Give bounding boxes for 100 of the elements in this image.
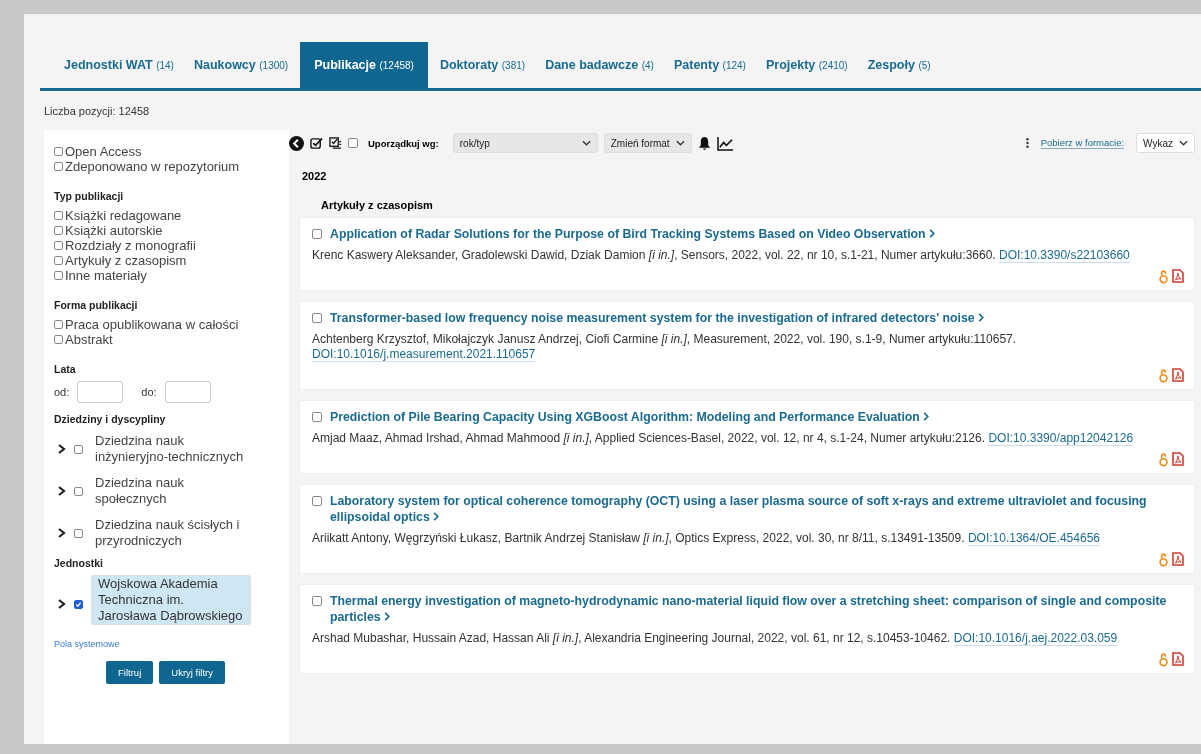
tab[interactable]: Jednostki WAT (14) — [56, 42, 182, 88]
citation-text: Amjad Maaz, Ahmad Irshad, Ahmad Mahmood [i in.], Applied Sciences-Basel, 2022, vol. 12, nr 4, s.1-24, Numer artykułu:2126. DOI:10.3390/app12042126 — [312, 431, 1135, 446]
year-heading: 2022 — [302, 170, 328, 182]
bell-icon[interactable] — [697, 135, 711, 151]
from-label: od: — [54, 386, 70, 398]
sort-label: Uporządkuj wg: — [368, 137, 439, 149]
citation-text: Arshad Mubashar, Hussain Azad, Hassan Ali [i in.], Alexandria Engineering Journal, 2022, vol. 61, nr 12, s.10453-10462. DOI:10.1016/j.aej.2022.03.059 — [312, 631, 1119, 646]
checkbox[interactable] — [54, 320, 63, 329]
tree-item-label[interactable]: Dziedzina nauk społecznych — [91, 473, 259, 509]
chevron-right-icon — [978, 313, 984, 322]
filter-heading: Jednostki — [54, 557, 104, 569]
checklist-icon[interactable] — [329, 136, 342, 150]
open-lock-icon[interactable] — [1159, 652, 1168, 667]
open-lock-icon[interactable] — [1159, 452, 1168, 467]
filter-heading: Lata — [54, 363, 77, 375]
chevron-right-icon[interactable] — [58, 528, 66, 538]
option-label: Praca opublikowana w całości — [65, 317, 239, 332]
tab[interactable]: Publikacje (12458) — [300, 42, 428, 88]
doi-link[interactable]: DOI:10.1016/j.aej.2022.03.059 — [953, 631, 1118, 646]
chevron-right-icon[interactable] — [58, 599, 66, 609]
tab[interactable]: Doktoraty (381) — [431, 42, 534, 88]
publication-title-link[interactable]: Application of Radar Solutions for the Purpose of Bird Tracking Systems Based on Video Observation — [330, 226, 935, 242]
chevron-right-icon[interactable] — [58, 444, 66, 454]
to-label: do: — [141, 386, 157, 398]
checkbox[interactable] — [74, 444, 83, 454]
pdf-file-icon[interactable] — [1172, 652, 1184, 666]
checkbox[interactable] — [54, 271, 63, 280]
doi-link[interactable]: DOI:10.1016/j.measurement.2021.110657 — [312, 347, 536, 362]
publication-title-link[interactable]: Laboratory system for optical coherence tomography (OCT) using a laser plasma source of soft x-rays and extreme ultraviolet and focusing ellipsoidal optics — [330, 493, 1184, 525]
sort-select[interactable]: rok/typ — [452, 133, 598, 153]
option-label: Artykuły z czasopism — [65, 253, 187, 268]
format-select[interactable]: Zmień format — [603, 133, 692, 153]
download-format-select[interactable]: Wykaz — [1136, 133, 1195, 153]
system-fields-link[interactable]: Pola systemowe — [54, 639, 277, 649]
caret-icon — [581, 140, 591, 146]
more-vertical-icon[interactable] — [1025, 137, 1029, 149]
checkbox[interactable] — [74, 599, 83, 609]
pdf-file-icon[interactable] — [1172, 452, 1184, 466]
year-from-field[interactable] — [77, 381, 124, 403]
caret-icon — [675, 140, 685, 146]
checkbox[interactable] — [54, 162, 63, 171]
pdf-file-icon[interactable] — [1172, 552, 1184, 566]
option-label: Abstrakt — [65, 332, 113, 347]
tab[interactable]: Patenty (124) — [665, 42, 754, 88]
option-label: Rozdziały z monografii — [65, 238, 196, 253]
filter-button[interactable]: Filtruj — [106, 661, 154, 684]
tab[interactable]: Projekty (2410) — [757, 42, 856, 88]
chevron-right-icon — [929, 229, 935, 238]
pdf-file-icon[interactable] — [1172, 368, 1184, 382]
open-lock-icon[interactable] — [1159, 368, 1168, 383]
checkbox[interactable] — [54, 147, 63, 156]
filter-heading: Typ publikacji — [54, 190, 125, 202]
publication-title-link[interactable]: Thermal energy investigation of magneto-hydrodynamic nano-material liquid flow over a stretching sheet: comparison of single and composite particles — [330, 593, 1184, 625]
tree-item-label[interactable]: Dziedzina nauk ścisłych i przyrodniczych — [91, 515, 259, 551]
checkbox[interactable] — [312, 313, 322, 323]
open-lock-icon[interactable] — [1159, 269, 1168, 284]
doi-link[interactable]: DOI:10.3390/app12042126 — [988, 431, 1134, 446]
filter-button[interactable]: Ukryj filtry — [159, 661, 225, 684]
checkbox[interactable] — [54, 241, 63, 250]
chevron-right-icon — [433, 512, 440, 521]
chevron-right-icon — [384, 612, 390, 621]
doi-link[interactable]: DOI:10.1364/OE.454656 — [967, 531, 1100, 546]
tree-item-label[interactable]: Dziedzina nauk inżynieryjno-technicznych — [91, 431, 259, 467]
download-link[interactable]: Pobierz w formacie: — [1040, 137, 1125, 149]
tree-item-label[interactable]: Wojskowa Akademia Techniczna im. Jarosława Dąbrowskiego — [91, 575, 251, 625]
tab[interactable]: Zespoły (5) — [859, 42, 939, 88]
citation-text: Ariikatt Antony, Węgrzyński Łukasz, Bartnik Andrzej Stanisław [i in.], Optics Express, 2022, vol. 30, nr 8/11, s.13491-13509. DOI:10.1364/OE.454656 — [312, 531, 1101, 546]
option-label: Książki autorskie — [65, 223, 163, 238]
pdf-file-icon[interactable] — [1172, 269, 1184, 283]
option-label: Książki redagowane — [65, 208, 182, 223]
checkbox[interactable] — [74, 486, 83, 496]
option-label: Inne materiały — [65, 268, 147, 283]
tab[interactable]: Dane badawcze (4) — [537, 42, 662, 88]
checkbox[interactable] — [54, 226, 63, 235]
filter-heading: Dziedziny i dyscypliny — [54, 413, 167, 425]
caret-icon — [1179, 140, 1188, 146]
citation-text: Krenc Kaswery Aleksander, Gradolewski Dawid, Dziak Damion [i in.], Sensors, 2022, vol. 22, nr 10, s.1-21, Numer artykułu:3660. DOI:10.3390/s22103660 — [312, 248, 1131, 263]
checkbox[interactable] — [312, 412, 322, 422]
checkbox[interactable] — [54, 256, 63, 265]
filter-heading: Forma publikacji — [54, 299, 139, 311]
option-label: Zdeponowano w repozytorium — [65, 159, 240, 174]
checkbox[interactable] — [54, 211, 63, 220]
checkbox[interactable] — [348, 138, 358, 148]
publication-title-link[interactable]: Prediction of Pile Bearing Capacity Using XGBoost Algorithm: Modeling and Performance Evaluation — [330, 409, 930, 425]
year-to-field[interactable] — [164, 381, 211, 403]
check-all-icon[interactable] — [310, 136, 323, 150]
category-heading: Artykuły z czasopism — [321, 199, 434, 211]
tab[interactable]: Naukowcy (1300) — [185, 42, 297, 88]
checkbox[interactable] — [312, 229, 322, 239]
checkbox[interactable] — [312, 496, 322, 506]
option-label: Open Access — [65, 144, 142, 159]
back-circle-icon[interactable] — [289, 135, 304, 151]
checkbox[interactable] — [74, 528, 83, 538]
line-chart-icon[interactable] — [716, 135, 734, 151]
doi-link[interactable]: DOI:10.3390/s22103660 — [999, 248, 1130, 263]
open-lock-icon[interactable] — [1159, 552, 1168, 567]
publication-title-link[interactable]: Transformer-based low frequency noise measurement system for the investigation of infrared detectors' noise — [330, 310, 984, 326]
checkbox[interactable] — [54, 335, 63, 344]
checkbox[interactable] — [312, 596, 322, 606]
chevron-right-icon[interactable] — [58, 486, 66, 496]
